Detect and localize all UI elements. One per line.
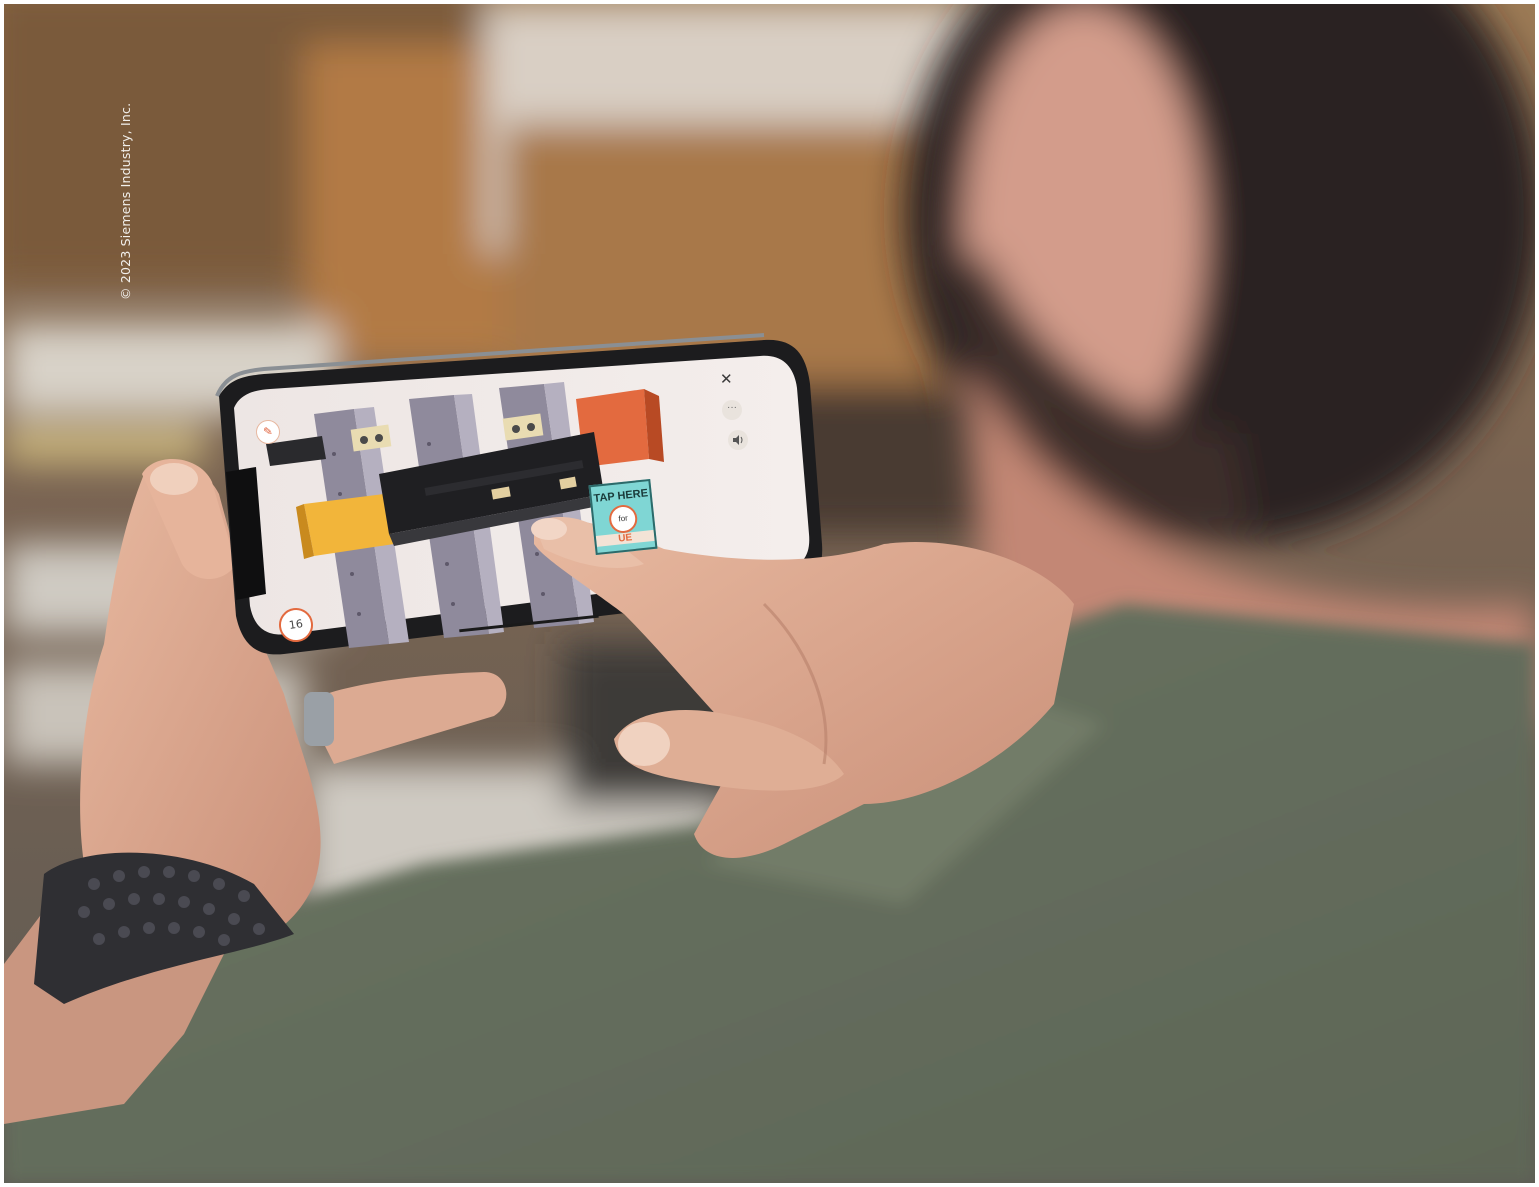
speaker-icon-glyph: [733, 435, 743, 445]
callout-tail: UE: [595, 529, 655, 547]
more-options-icon[interactable]: ···: [722, 400, 742, 420]
photo-scene: [4, 4, 1535, 1183]
speaker-icon[interactable]: [728, 430, 748, 450]
copyright-notice: © 2023 Siemens Industry, Inc.: [118, 102, 133, 300]
photo: © 2023 Siemens Industry, Inc. ✕ ··· ✎ 16…: [4, 4, 1535, 1183]
callout-title: TAP HERE: [593, 487, 649, 505]
callout-badge: for: [607, 503, 639, 535]
close-icon[interactable]: ✕: [720, 370, 733, 388]
tap-here-callout[interactable]: TAP HERE for UE: [588, 478, 658, 556]
